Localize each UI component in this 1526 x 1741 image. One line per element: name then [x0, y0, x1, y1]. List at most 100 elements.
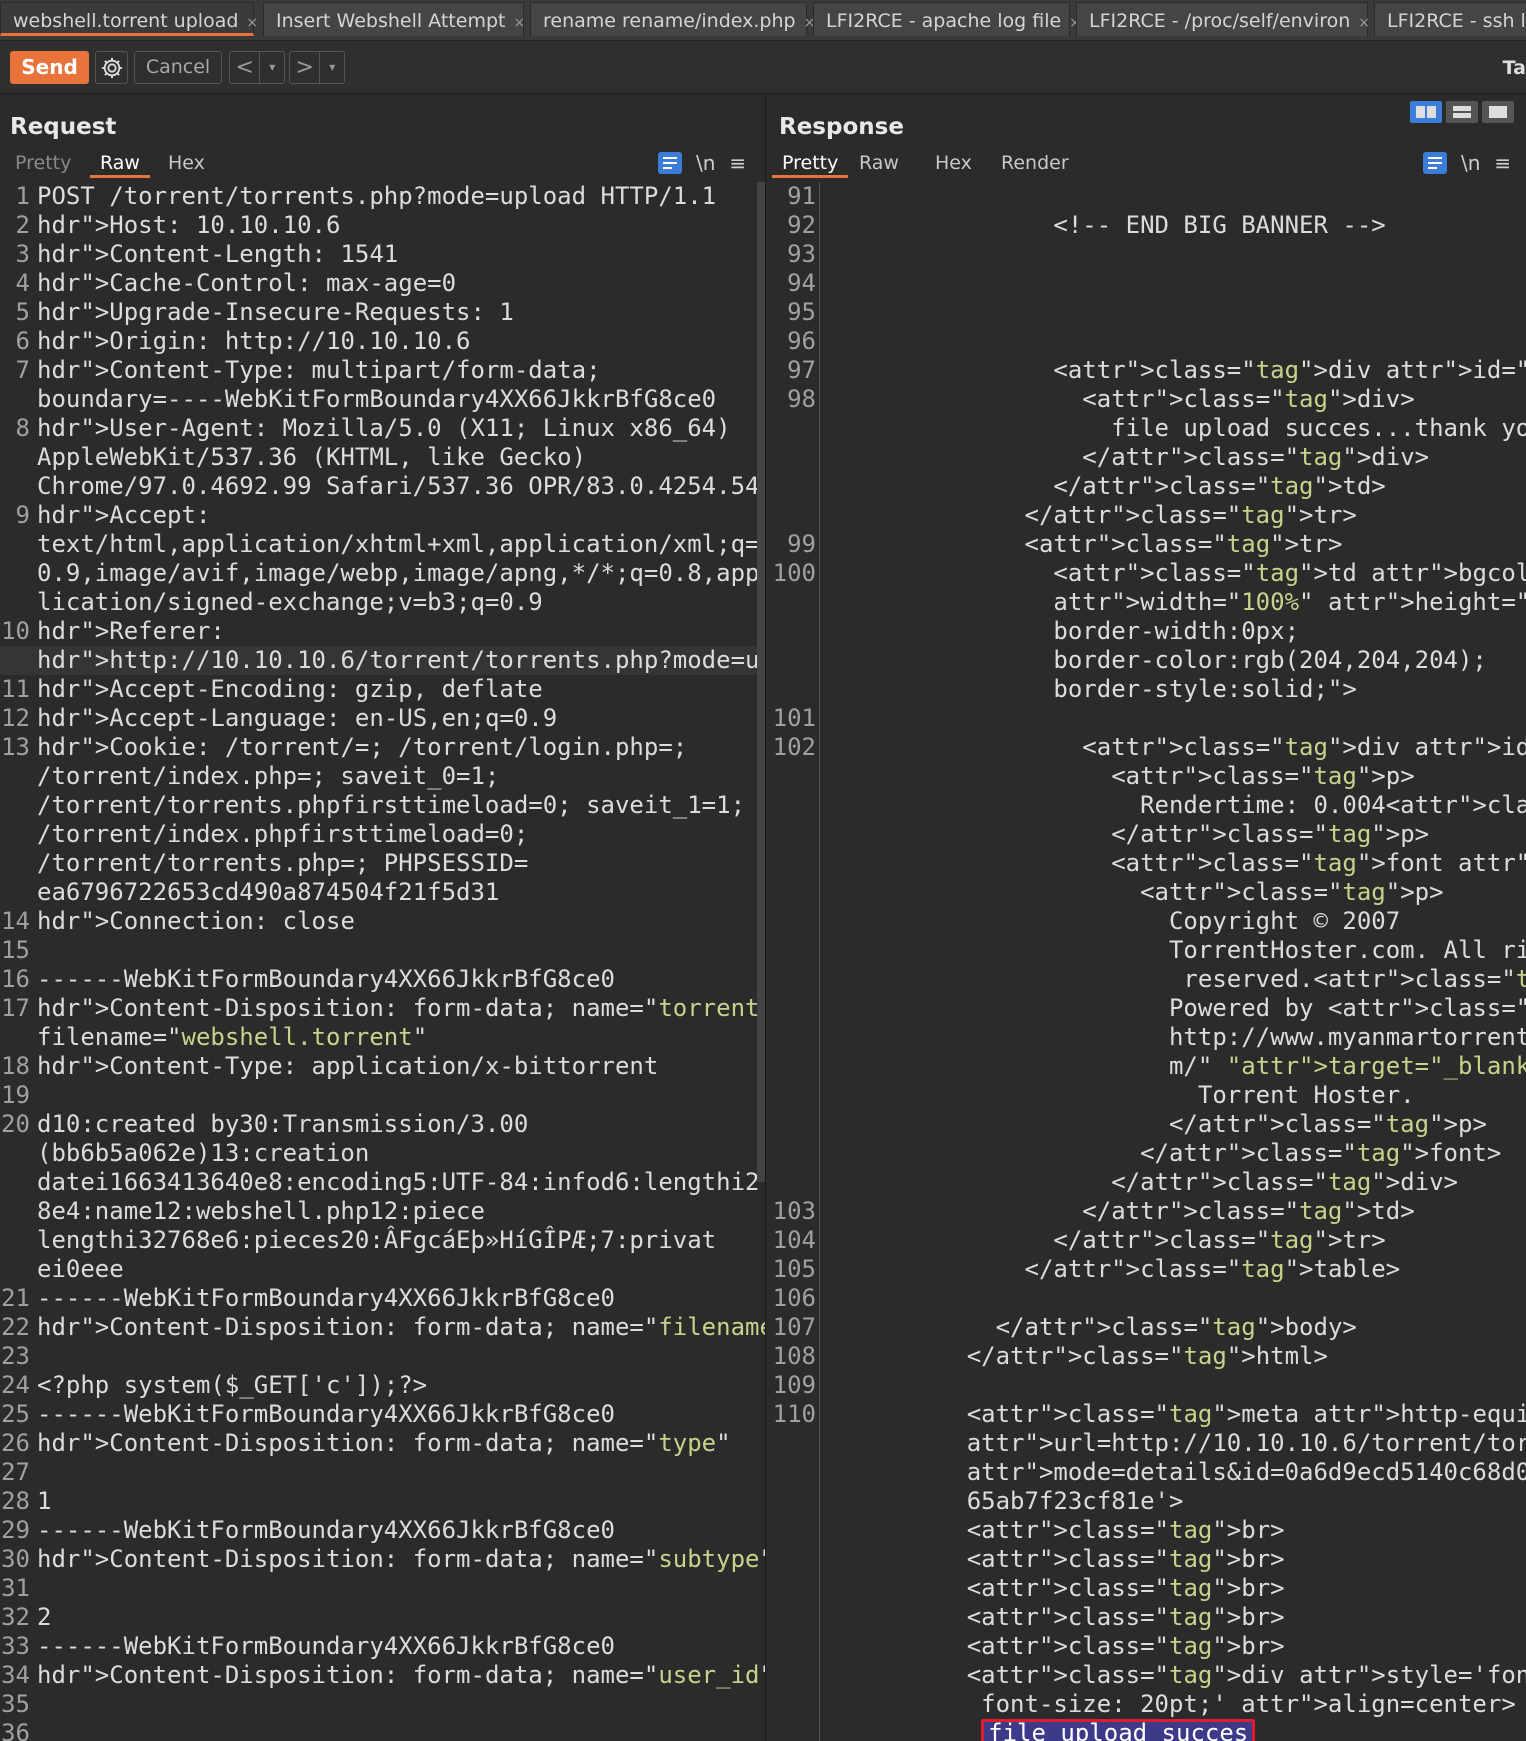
code-line[interactable]: <attr">class="tag">br> [767, 1632, 1526, 1661]
code-line[interactable]: Rendertime: 0.004<attr">class="tag">br> [767, 791, 1526, 820]
code-line[interactable]: 22 hdr">Content-Disposition: form-data; n… [0, 1313, 765, 1342]
code-line[interactable]: 91 [767, 182, 1526, 211]
back-button[interactable]: < ▾ [229, 51, 285, 84]
tab-lfi2rce-apache-log[interactable]: LFI2RCE - apache log file× [813, 2, 1070, 36]
forward-dropdown-icon[interactable]: ▾ [319, 52, 344, 83]
tab-raw[interactable]: Raw [849, 148, 909, 178]
code-line[interactable]: 31 [0, 1574, 765, 1603]
tab-hex[interactable]: Hex [158, 148, 215, 178]
code-line[interactable]: </attr">class="tag">tr> [767, 501, 1526, 530]
code-line[interactable]: 96 [767, 327, 1526, 356]
code-line[interactable]: ei0eee [0, 1255, 765, 1284]
code-line[interactable]: <attr">class="tag">br> [767, 1516, 1526, 1545]
tab-insert-webshell-attempt[interactable]: Insert Webshell Attempt × [263, 2, 524, 36]
newline-toggle-icon[interactable]: \n [696, 151, 715, 175]
code-line[interactable]: <attr">class="tag">br> [767, 1603, 1526, 1632]
code-line[interactable]: Chrome/97.0.4692.99 Safari/537.36 OPR/83… [0, 472, 765, 501]
code-line[interactable]: 26 hdr">Content-Disposition: form-data; n… [0, 1429, 765, 1458]
code-line[interactable]: </attr">class="tag">td> [767, 472, 1526, 501]
code-line[interactable]: Torrent Hoster. [767, 1081, 1526, 1110]
code-line[interactable]: 109 [767, 1371, 1526, 1400]
code-line[interactable]: 10 hdr">Referer: [0, 617, 765, 646]
code-line[interactable]: </attr">class="tag">div> [767, 443, 1526, 472]
code-line[interactable]: 30 hdr">Content-Disposition: form-data; n… [0, 1545, 765, 1574]
code-line[interactable]: filename="webshell.torrent" [0, 1023, 765, 1052]
code-line[interactable]: /torrent/torrents.php=; PHPSESSID= [0, 849, 765, 878]
tab-pretty[interactable]: Pretty [772, 148, 848, 178]
code-line[interactable]: text/html,application/xhtml+xml,applicat… [0, 530, 765, 559]
code-line[interactable]: ea6796722653cd490a874504f21f5d31 [0, 878, 765, 907]
code-line[interactable]: /torrent/torrents.phpfirsttimeload=0; sa… [0, 791, 765, 820]
code-line[interactable]: 28 1 [0, 1487, 765, 1516]
code-line[interactable]: lengthi32768e6:pieces20:ÂFgcáEþ»HíGÎPÆ… [0, 1226, 765, 1255]
code-line[interactable]: 36 [0, 1719, 765, 1741]
stacked-layout-icon[interactable] [1446, 101, 1478, 123]
code-line[interactable]: </attr">class="tag">div> [767, 1168, 1526, 1197]
side-by-side-layout-icon[interactable] [1410, 101, 1442, 123]
code-line[interactable]: /torrent/index.php=; saveit_0=1; [0, 762, 765, 791]
code-line[interactable]: 14 hdr">Connection: close [0, 907, 765, 936]
code-line[interactable]: <attr">class="tag">font attr">color="#35… [767, 849, 1526, 878]
code-line[interactable]: reserved.<attr">class="tag">br> [767, 965, 1526, 994]
send-button[interactable]: Send [10, 51, 89, 84]
code-line[interactable]: attr">mode=details&id=0a6d9ecd5140c68d05… [767, 1458, 1526, 1487]
code-line[interactable]: 93 [767, 240, 1526, 269]
back-arrow-icon[interactable]: < [230, 55, 259, 80]
code-line[interactable]: http://www.myanmartorrents.co [767, 1023, 1526, 1052]
code-line[interactable]: (bb6b5a062e)13:creation [0, 1139, 765, 1168]
code-line[interactable]: 108 </attr">class="tag">html> [767, 1342, 1526, 1371]
tab-lfi2rce-ssh-log[interactable]: LFI2RCE - ssh lo [1374, 2, 1526, 36]
code-line[interactable]: boundary=----WebKitFormBoundary4XX66Jkkr… [0, 385, 765, 414]
code-line[interactable]: 103 </attr">class="tag">td> [767, 1197, 1526, 1226]
code-line[interactable]: 102 <attr">class="tag">div attr">id="foo… [767, 733, 1526, 762]
code-line[interactable]: <attr">class="tag">p> [767, 878, 1526, 907]
code-line[interactable]: attr">url=http://10.10.10.6/torrent/torr… [767, 1429, 1526, 1458]
code-line[interactable]: hdr">http://10.10.10.6/torrent/torrents.… [0, 646, 765, 675]
code-line[interactable]: 21 ------WebKitFormBoundary4XX66JkkrBfG8c… [0, 1284, 765, 1313]
code-line[interactable]: 20 d10:created by30:Transmission/3.00 [0, 1110, 765, 1139]
code-line[interactable]: Powered by <attr">class="tag">a attr">hr… [767, 994, 1526, 1023]
code-line[interactable]: 104 </attr">class="tag">tr> [767, 1226, 1526, 1255]
target-label[interactable]: Ta [1503, 57, 1526, 79]
code-line[interactable]: 2 hdr">Host: 10.10.10.6 [0, 211, 765, 240]
tab-lfi2rce-proc-self-environ[interactable]: LFI2RCE - /proc/self/environ × [1076, 2, 1368, 36]
code-line[interactable]: 5 hdr">Upgrade-Insecure-Requests: 1 [0, 298, 765, 327]
word-wrap-icon[interactable] [658, 152, 682, 174]
code-line[interactable]: 29 ------WebKitFormBoundary4XX66JkkrBfG8c… [0, 1516, 765, 1545]
code-line[interactable]: 6 hdr">Origin: http://10.10.10.6 [0, 327, 765, 356]
word-wrap-icon[interactable] [1423, 152, 1447, 174]
response-editor[interactable]: 91 92 <!-- END BIG BANNER --> 93 94 95 96 97 <… [767, 182, 1526, 1741]
code-line[interactable]: 106 [767, 1284, 1526, 1313]
code-line[interactable]: 32 2 [0, 1603, 765, 1632]
code-line[interactable]: border-style:solid;"> [767, 675, 1526, 704]
code-line[interactable]: lication/signed-exchange;v=b3;q=0.9 [0, 588, 765, 617]
code-line[interactable]: 107 </attr">class="tag">body> [767, 1313, 1526, 1342]
code-line[interactable]: 7 hdr">Content-Type: multipart/form-data; [0, 356, 765, 385]
code-line[interactable]: 35 [0, 1690, 765, 1719]
code-line[interactable]: 98 <attr">class="tag">div> [767, 385, 1526, 414]
code-line[interactable]: 0.9,image/avif,image/webp,image/apng,*/*… [0, 559, 765, 588]
settings-button[interactable] [95, 51, 128, 84]
newline-toggle-icon[interactable]: \n [1461, 151, 1480, 175]
code-line[interactable]: 34 hdr">Content-Disposition: form-data; n… [0, 1661, 765, 1690]
code-line[interactable]: file upload succes [767, 1719, 1526, 1741]
code-line[interactable]: 25 ------WebKitFormBoundary4XX66JkkrBfG8c… [0, 1400, 765, 1429]
code-line[interactable]: </attr">class="tag">p> [767, 820, 1526, 849]
code-line[interactable]: 95 [767, 298, 1526, 327]
code-line[interactable]: 27 [0, 1458, 765, 1487]
code-line[interactable]: TorrentHoster.com. All rights [767, 936, 1526, 965]
code-line[interactable]: 8e4:name12:webshell.php12:piece [0, 1197, 765, 1226]
code-line[interactable]: <attr">class="tag">div attr">style='font… [767, 1661, 1526, 1690]
tab-pretty[interactable]: Pretty [5, 148, 81, 178]
code-line[interactable]: <attr">class="tag">br> [767, 1545, 1526, 1574]
tab-raw[interactable]: Raw [90, 148, 150, 178]
code-line[interactable]: 99 <attr">class="tag">tr> [767, 530, 1526, 559]
code-line[interactable]: 65ab7f23cf81e'> [767, 1487, 1526, 1516]
code-line[interactable]: 11 hdr">Accept-Encoding: gzip, deflate [0, 675, 765, 704]
tab-hex[interactable]: Hex [925, 148, 982, 178]
tab-rename-index-php[interactable]: rename rename/index.php × [530, 2, 807, 36]
back-dropdown-icon[interactable]: ▾ [259, 52, 284, 83]
code-line[interactable]: file upload succes...thank you! [767, 414, 1526, 443]
tab-render[interactable]: Render [991, 148, 1079, 178]
request-editor[interactable]: 1 POST /torrent/torrents.php?mode=upload … [0, 182, 765, 1741]
